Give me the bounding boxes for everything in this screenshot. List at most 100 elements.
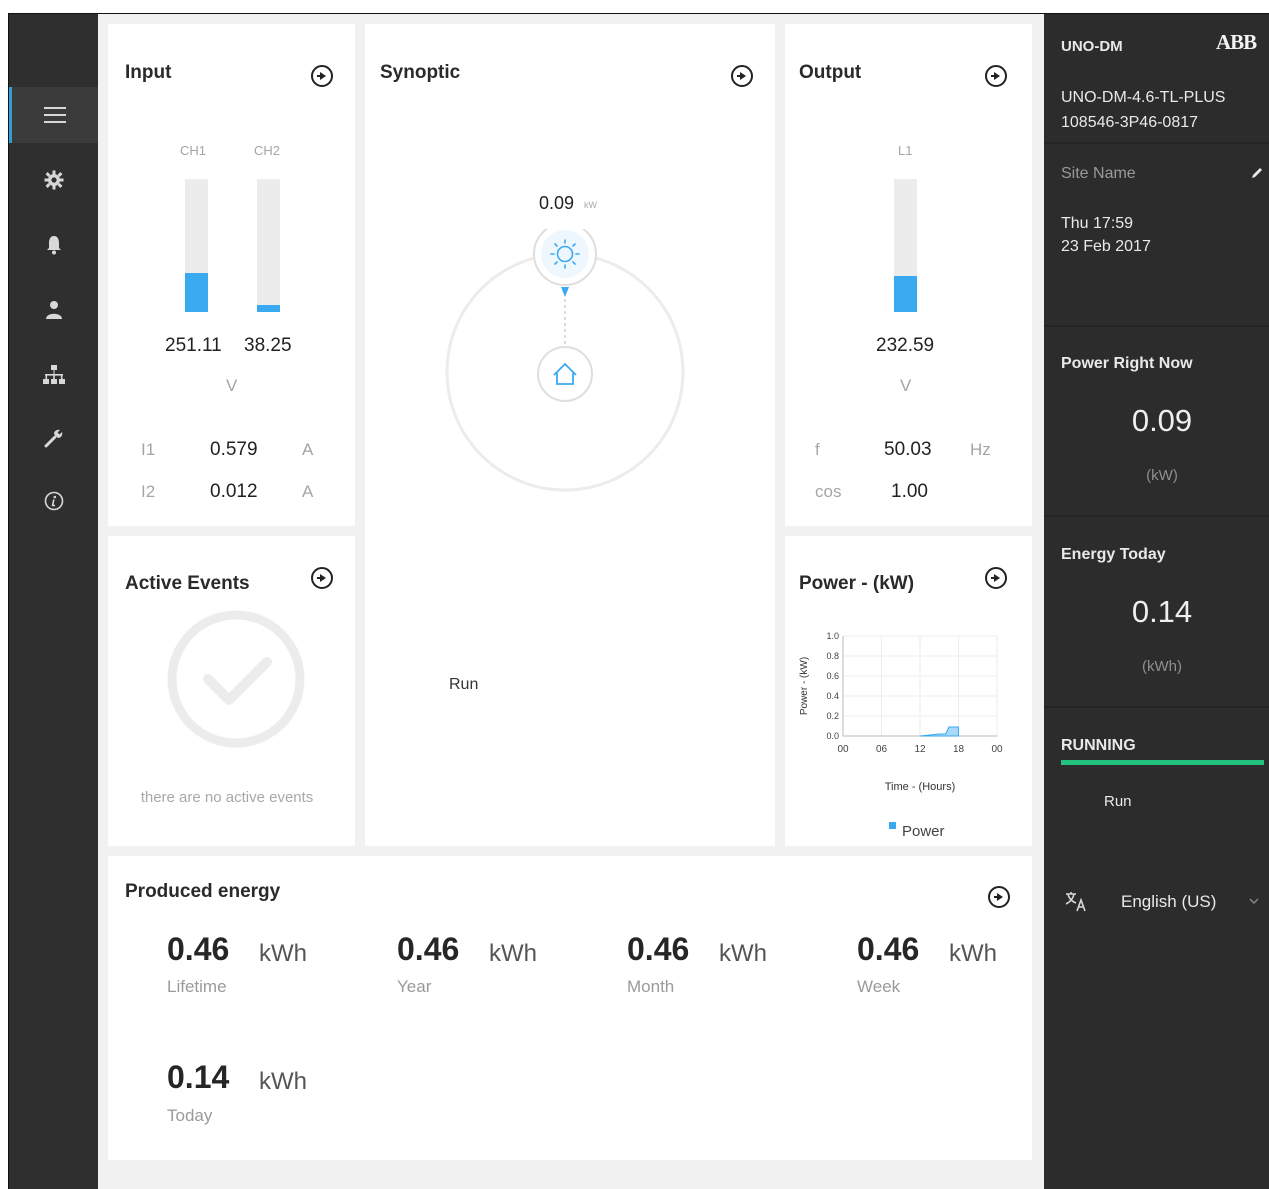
synoptic-status: Run: [449, 676, 479, 693]
i1-value: 0.579: [210, 439, 258, 460]
events-title: Active Events: [125, 573, 250, 594]
settings-button[interactable]: [9, 152, 98, 208]
divider: [1044, 515, 1269, 517]
produced-label: Month: [627, 977, 675, 996]
l1-value: 232.59: [876, 335, 935, 356]
left-nav: [9, 14, 98, 1189]
info-icon: [44, 491, 63, 511]
divider: [1044, 706, 1269, 708]
power-chart-open-button[interactable]: [985, 567, 1007, 589]
f-value: 50.03: [884, 439, 932, 460]
i1-label: I1: [141, 440, 156, 459]
ch2-value: 38.25: [244, 335, 292, 356]
x-axis-label: Time - (Hours): [885, 781, 955, 793]
divider: [1044, 142, 1269, 144]
x-tick-label: 06: [876, 744, 888, 755]
produced-value: 0.14: [167, 1059, 230, 1095]
y-tick-label: 0.6: [826, 671, 839, 681]
notifications-button[interactable]: [9, 217, 98, 273]
produced-value: 0.46: [627, 931, 690, 967]
info-button[interactable]: [9, 473, 98, 529]
produced-unit: kWh: [259, 1068, 307, 1095]
power-now-label: Power Right Now: [1061, 355, 1193, 372]
ch1-label: CH1: [180, 143, 207, 158]
y-tick-label: 0.0: [826, 731, 839, 741]
produced-unit: kWh: [949, 940, 997, 967]
produced-unit: kWh: [259, 940, 307, 967]
produced-value: 0.46: [397, 931, 460, 967]
synoptic-title: Synoptic: [380, 62, 461, 83]
pencil-icon[interactable]: [1250, 166, 1264, 180]
y-tick-label: 0.2: [826, 711, 839, 721]
synoptic-power-value: 0.09: [539, 193, 575, 213]
flow-arrow-icon: [561, 287, 569, 297]
ch2-bar: [257, 179, 280, 312]
produced-unit: kWh: [719, 940, 767, 967]
user-icon: [45, 301, 62, 319]
output-title: Output: [799, 62, 862, 83]
chevron-down-icon[interactable]: [1248, 897, 1260, 905]
i1-unit: A: [302, 440, 314, 459]
tools-button[interactable]: [9, 410, 98, 466]
l1-bar: [894, 179, 917, 312]
app-window: Input CH1 CH2 251.11 38.25 V I1 0.579 A …: [8, 13, 1269, 1189]
i2-value: 0.012: [210, 481, 258, 502]
produced-value: 0.46: [857, 931, 920, 967]
x-tick-label: 00: [991, 744, 1003, 755]
main-dashboard: Input CH1 CH2 251.11 38.25 V I1 0.579 A …: [98, 14, 1044, 1189]
device-model: UNO-DM-4.6-TL-PLUS: [1061, 89, 1226, 106]
produced-open-button[interactable]: [988, 886, 1010, 908]
output-card: Output L1 232.59 V f 50.03 Hz cos 1.00: [785, 24, 1032, 526]
input-open-button[interactable]: [311, 65, 333, 87]
input-title: Input: [125, 62, 172, 83]
running-status-bar: [1061, 760, 1264, 765]
power-series-area: [919, 726, 959, 737]
produced-label: Today: [167, 1106, 213, 1125]
synoptic-power-unit: kW: [584, 200, 597, 210]
l1-bar-fill: [894, 276, 917, 312]
check-circle-icon: [167, 610, 305, 748]
device-serial: 108546-3P46-0817: [1061, 114, 1199, 131]
cos-value: 1.00: [891, 481, 928, 502]
network-button[interactable]: [9, 347, 98, 403]
legend-label: Power: [902, 823, 945, 836]
ch1-value: 251.11: [165, 335, 222, 356]
output-open-button[interactable]: [985, 65, 1007, 87]
datetime-date: 23 Feb 2017: [1061, 238, 1151, 255]
ch1-bar-fill: [185, 273, 208, 312]
power-chart: 1.0 0.8 0.6 0.4 0.2 0.0 00 06 12 18 00 Power - (kW)…: [799, 631, 1003, 836]
x-tick-label: 18: [953, 744, 965, 755]
site-name[interactable]: Site Name: [1061, 165, 1136, 183]
produced-label: Year: [397, 977, 432, 996]
x-tick-label: 12: [914, 744, 926, 755]
cos-label: cos: [815, 482, 842, 501]
synoptic-card: Synoptic 0.09 kW Run: [365, 24, 775, 846]
y-tick-label: 0.8: [826, 651, 839, 661]
energy-today-label: Energy Today: [1061, 546, 1166, 563]
produced-title: Produced energy: [125, 881, 281, 902]
power-chart-title: Power - (kW): [799, 573, 915, 594]
input-card: Input CH1 CH2 251.11 38.25 V I1 0.579 A …: [108, 24, 355, 526]
produced-unit: kWh: [489, 940, 537, 967]
running-status-detail: Run: [1104, 793, 1132, 810]
right-panel: UNO-DM ABB UNO-DM-4.6-TL-PLUS 108546-3P4…: [1044, 14, 1269, 1189]
active-events-card: Active Events there are no active events: [108, 536, 355, 846]
synoptic-open-button[interactable]: [731, 65, 753, 87]
language-select[interactable]: English (US): [1121, 892, 1216, 912]
events-open-button[interactable]: [311, 567, 333, 589]
output-voltage-unit: V: [900, 376, 912, 395]
ch2-label: CH2: [254, 143, 281, 158]
datetime-time: Thu 17:59: [1061, 215, 1134, 232]
device-short-name: UNO-DM: [1061, 38, 1123, 55]
f-unit: Hz: [970, 440, 991, 459]
x-tick-label: 00: [837, 744, 849, 755]
sun-icon: [541, 230, 589, 278]
y-axis-label: Power - (kW): [799, 657, 810, 715]
power-now-value: 0.09: [1131, 403, 1193, 438]
divider: [1044, 325, 1269, 327]
menu-icon: [44, 107, 66, 123]
produced-label: Lifetime: [167, 977, 227, 996]
network-icon: [42, 365, 65, 384]
menu-button[interactable]: [9, 87, 98, 143]
user-button[interactable]: [9, 282, 98, 338]
